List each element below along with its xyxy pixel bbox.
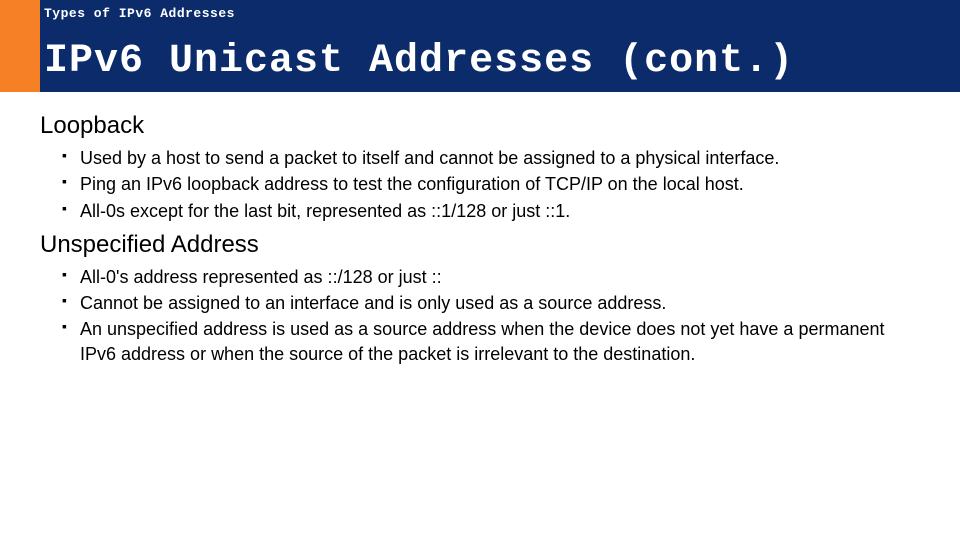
- section-heading-unspecified: Unspecified Address: [40, 231, 920, 259]
- section-heading-loopback: Loopback: [40, 112, 920, 140]
- bullet-list-loopback: Used by a host to send a packet to itsel…: [40, 146, 920, 223]
- slide-content: Loopback Used by a host to send a packet…: [0, 92, 960, 366]
- slide-title: IPv6 Unicast Addresses (cont.): [44, 39, 794, 84]
- slide-header: Types of IPv6 Addresses IPv6 Unicast Add…: [0, 0, 960, 92]
- list-item: Ping an IPv6 loopback address to test th…: [62, 172, 920, 196]
- list-item: An unspecified address is used as a sour…: [62, 317, 920, 366]
- list-item: All-0s except for the last bit, represen…: [62, 199, 920, 223]
- list-item: All-0's address represented as ::/128 or…: [62, 265, 920, 289]
- list-item: Cannot be assigned to an interface and i…: [62, 291, 920, 315]
- bullet-list-unspecified: All-0's address represented as ::/128 or…: [40, 265, 920, 366]
- kicker-text: Types of IPv6 Addresses: [44, 6, 235, 21]
- list-item: Used by a host to send a packet to itsel…: [62, 146, 920, 170]
- accent-block: [0, 0, 40, 92]
